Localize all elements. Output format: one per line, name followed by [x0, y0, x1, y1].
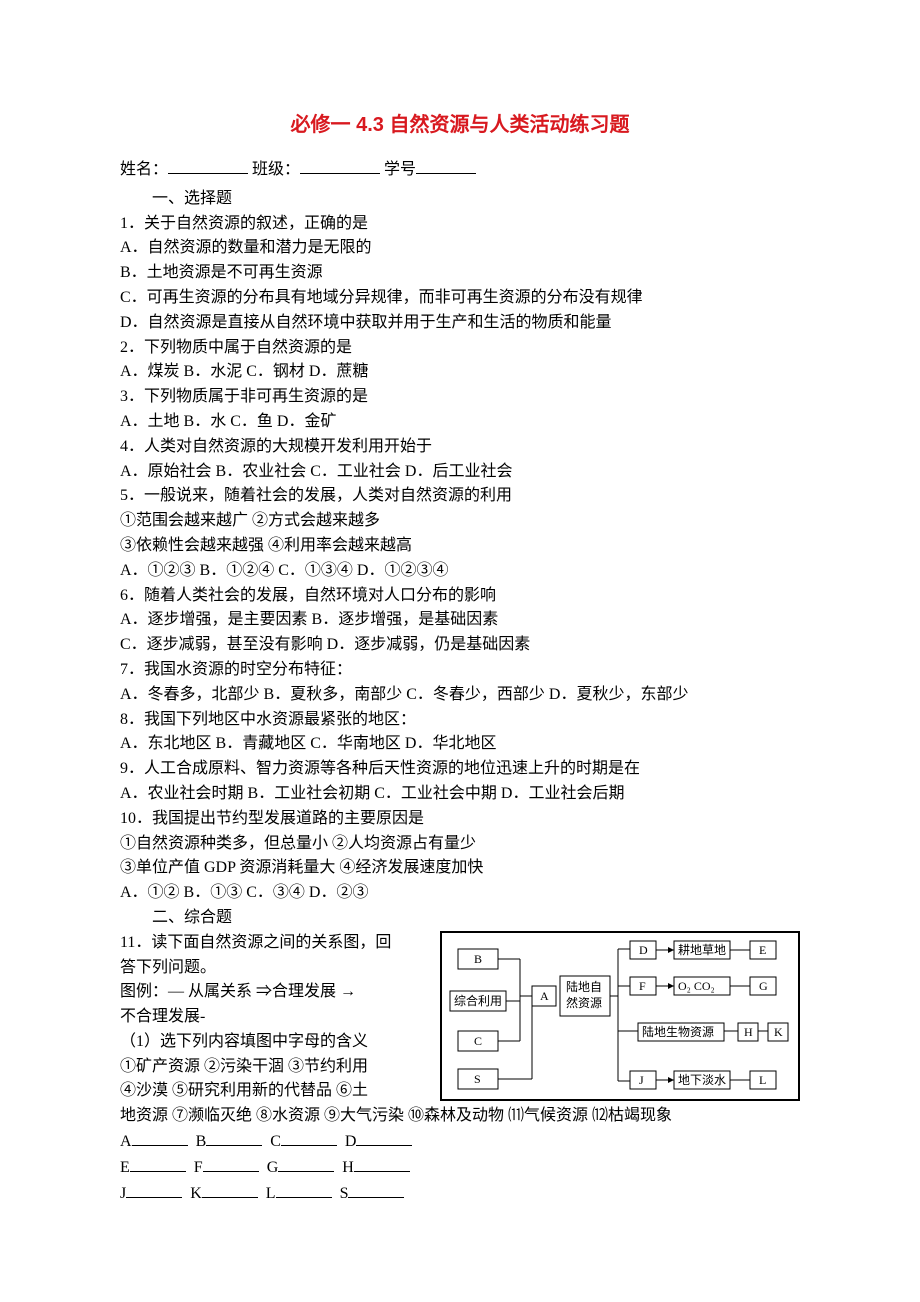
q9-stem: 9．人工合成原料、智力资源等各种后天性资源的地位迅速上升的时期是在	[120, 757, 800, 782]
section-1-heading: 一、选择题	[120, 187, 800, 212]
ans-f-blank[interactable]	[203, 1155, 259, 1172]
q3-stem: 3．下列物质属于非可再生资源的是	[120, 385, 800, 410]
ans-k-blank[interactable]	[202, 1181, 258, 1198]
q3-opts: A．土地 B．水 C．鱼 D．金矿	[120, 410, 800, 435]
q11-list1: ①矿产资源 ②污染干涸 ③节约利用	[120, 1055, 430, 1080]
q11-list3: 地资源 ⑦濒临灭绝 ⑧水资源 ⑨大气污染 ⑩森林及动物 ⑾气候资源 ⑿枯竭现象	[120, 1104, 800, 1129]
q11-stem-2: 答下列问题。	[120, 956, 430, 981]
q4-opts: A．原始社会 B．农业社会 C．工业社会 D．后工业社会	[120, 460, 800, 485]
svg-text:S: S	[474, 1072, 481, 1086]
svg-text:然资源: 然资源	[566, 995, 602, 1010]
q11-sub1: （1）选下列内容填图中字母的含义	[120, 1030, 430, 1055]
svg-text:D: D	[639, 943, 648, 957]
svg-text:地下淡水: 地下淡水	[678, 1073, 726, 1087]
q5-line2: ③依赖性会越来越强 ④利用率会越来越高	[120, 534, 800, 559]
q9-opts: A．农业社会时期 B．工业社会初期 C．工业社会中期 D．工业社会后期	[120, 782, 800, 807]
svg-text:G: G	[759, 979, 768, 993]
q7-opts: A．冬春多，北部少 B．夏秋多，南部少 C．冬春少，西部少 D．夏秋少，东部少	[120, 683, 800, 708]
ans-k-label: K	[190, 1185, 202, 1202]
ans-g-label: G	[267, 1159, 279, 1176]
ans-j-blank[interactable]	[126, 1181, 182, 1198]
svg-text:陆地生物资源: 陆地生物资源	[642, 1024, 714, 1039]
svg-text:F: F	[639, 979, 646, 993]
ans-e-label: E	[120, 1159, 130, 1176]
answer-row-1: A B C D	[120, 1129, 800, 1155]
svg-text:综合利用: 综合利用	[454, 993, 502, 1008]
ans-c-blank[interactable]	[281, 1129, 337, 1146]
ans-g-blank[interactable]	[278, 1155, 334, 1172]
student-info: 姓名： 班级： 学号	[120, 157, 800, 183]
q1-stem: 1．关于自然资源的叙述，正确的是	[120, 212, 800, 237]
ans-d-label: D	[345, 1133, 357, 1150]
ans-h-label: H	[342, 1159, 354, 1176]
q5-line1: ①范围会越来越广 ②方式会越来越多	[120, 509, 800, 534]
q6-line1: A．逐步增强，是主要因素 B．逐步增强，是基础因素	[120, 608, 800, 633]
q11-legend-a: 图例：— 从属关系 ⇒合理发展 →	[120, 980, 430, 1005]
id-label: 学号	[384, 161, 416, 178]
svg-text:K: K	[774, 1025, 783, 1039]
svg-text:陆地自: 陆地自	[566, 979, 602, 994]
ans-b-blank[interactable]	[206, 1129, 262, 1146]
q8-opts: A．东北地区 B．青藏地区 C．华南地区 D．华北地区	[120, 732, 800, 757]
svg-text:L: L	[759, 1073, 766, 1087]
q1-opt-d: D．自然资源是直接从自然环境中获取并用于生产和生活的物质和能量	[120, 311, 800, 336]
section-2-heading: 二、综合题	[120, 906, 800, 931]
q2-stem: 2．下列物质中属于自然资源的是	[120, 336, 800, 361]
ans-a-label: A	[120, 1133, 132, 1150]
name-blank[interactable]	[168, 157, 248, 174]
q2-opts: A．煤炭 B．水泥 C．钢材 D．蔗糖	[120, 360, 800, 385]
q5-stem: 5．一般说来，随着社会的发展，人类对自然资源的利用	[120, 484, 800, 509]
ans-l-label: L	[266, 1185, 276, 1202]
ans-l-blank[interactable]	[276, 1181, 332, 1198]
answer-row-2: E F G H	[120, 1155, 800, 1181]
svg-text:C: C	[474, 1034, 482, 1048]
svg-text:H: H	[744, 1025, 753, 1039]
ans-b-label: B	[196, 1133, 207, 1150]
q10-opts: A．①② B．①③ C．③④ D．②③	[120, 881, 800, 906]
q7-stem: 7．我国水资源的时空分布特征：	[120, 658, 800, 683]
q11-legend-b: 不合理发展-	[120, 1005, 430, 1030]
q10-line2: ③单位产值 GDP 资源消耗量大 ④经济发展速度加快	[120, 856, 800, 881]
svg-text:J: J	[639, 1073, 644, 1087]
resource-diagram: .bx{fill:#fff;stroke:#000;stroke-width:1…	[440, 931, 800, 1105]
ans-s-blank[interactable]	[348, 1181, 404, 1198]
q11-stem-1: 11．读下面自然资源之间的关系图，回	[120, 931, 430, 956]
q10-line1: ①自然资源种类多，但总量小 ②人均资源占有量少	[120, 832, 800, 857]
q1-opt-c: C．可再生资源的分布具有地域分异规律，而非可再生资源的分布没有规律	[120, 286, 800, 311]
q1-opt-b: B．土地资源是不可再生资源	[120, 261, 800, 286]
page-title: 必修一 4.3 自然资源与人类活动练习题	[120, 110, 800, 141]
q4-stem: 4．人类对自然资源的大规模开发利用开始于	[120, 435, 800, 460]
q6-stem: 6．随着人类社会的发展，自然环境对人口分布的影响	[120, 584, 800, 609]
svg-text:B: B	[474, 952, 482, 966]
ans-h-blank[interactable]	[354, 1155, 410, 1172]
svg-text:A: A	[540, 989, 549, 1003]
answer-row-3: J K L S	[120, 1181, 800, 1207]
class-label: 班级：	[252, 161, 300, 178]
q10-stem: 10．我国提出节约型发展道路的主要原因是	[120, 807, 800, 832]
ans-s-label: S	[340, 1185, 349, 1202]
id-blank[interactable]	[416, 157, 476, 174]
q6-line2: C．逐步减弱，甚至没有影响 D．逐步减弱，仍是基础因素	[120, 633, 800, 658]
ans-a-blank[interactable]	[132, 1129, 188, 1146]
q5-opts: A．①②③ B．①②④ C．①③④ D．①②③④	[120, 559, 800, 584]
q11-list2: ④沙漠 ⑤研究利用新的代替品 ⑥土	[120, 1079, 430, 1104]
class-blank[interactable]	[300, 157, 380, 174]
ans-c-label: C	[270, 1133, 281, 1150]
q1-opt-a: A．自然资源的数量和潜力是无限的	[120, 236, 800, 261]
svg-text:O₂ CO₂: O₂ CO₂	[678, 979, 715, 993]
q8-stem: 8．我国下列地区中水资源最紧张的地区：	[120, 708, 800, 733]
name-label: 姓名：	[120, 161, 168, 178]
ans-e-blank[interactable]	[130, 1155, 186, 1172]
ans-f-label: F	[194, 1159, 203, 1176]
svg-text:耕地草地: 耕地草地	[678, 942, 726, 957]
svg-text:E: E	[759, 943, 766, 957]
ans-d-blank[interactable]	[356, 1129, 412, 1146]
